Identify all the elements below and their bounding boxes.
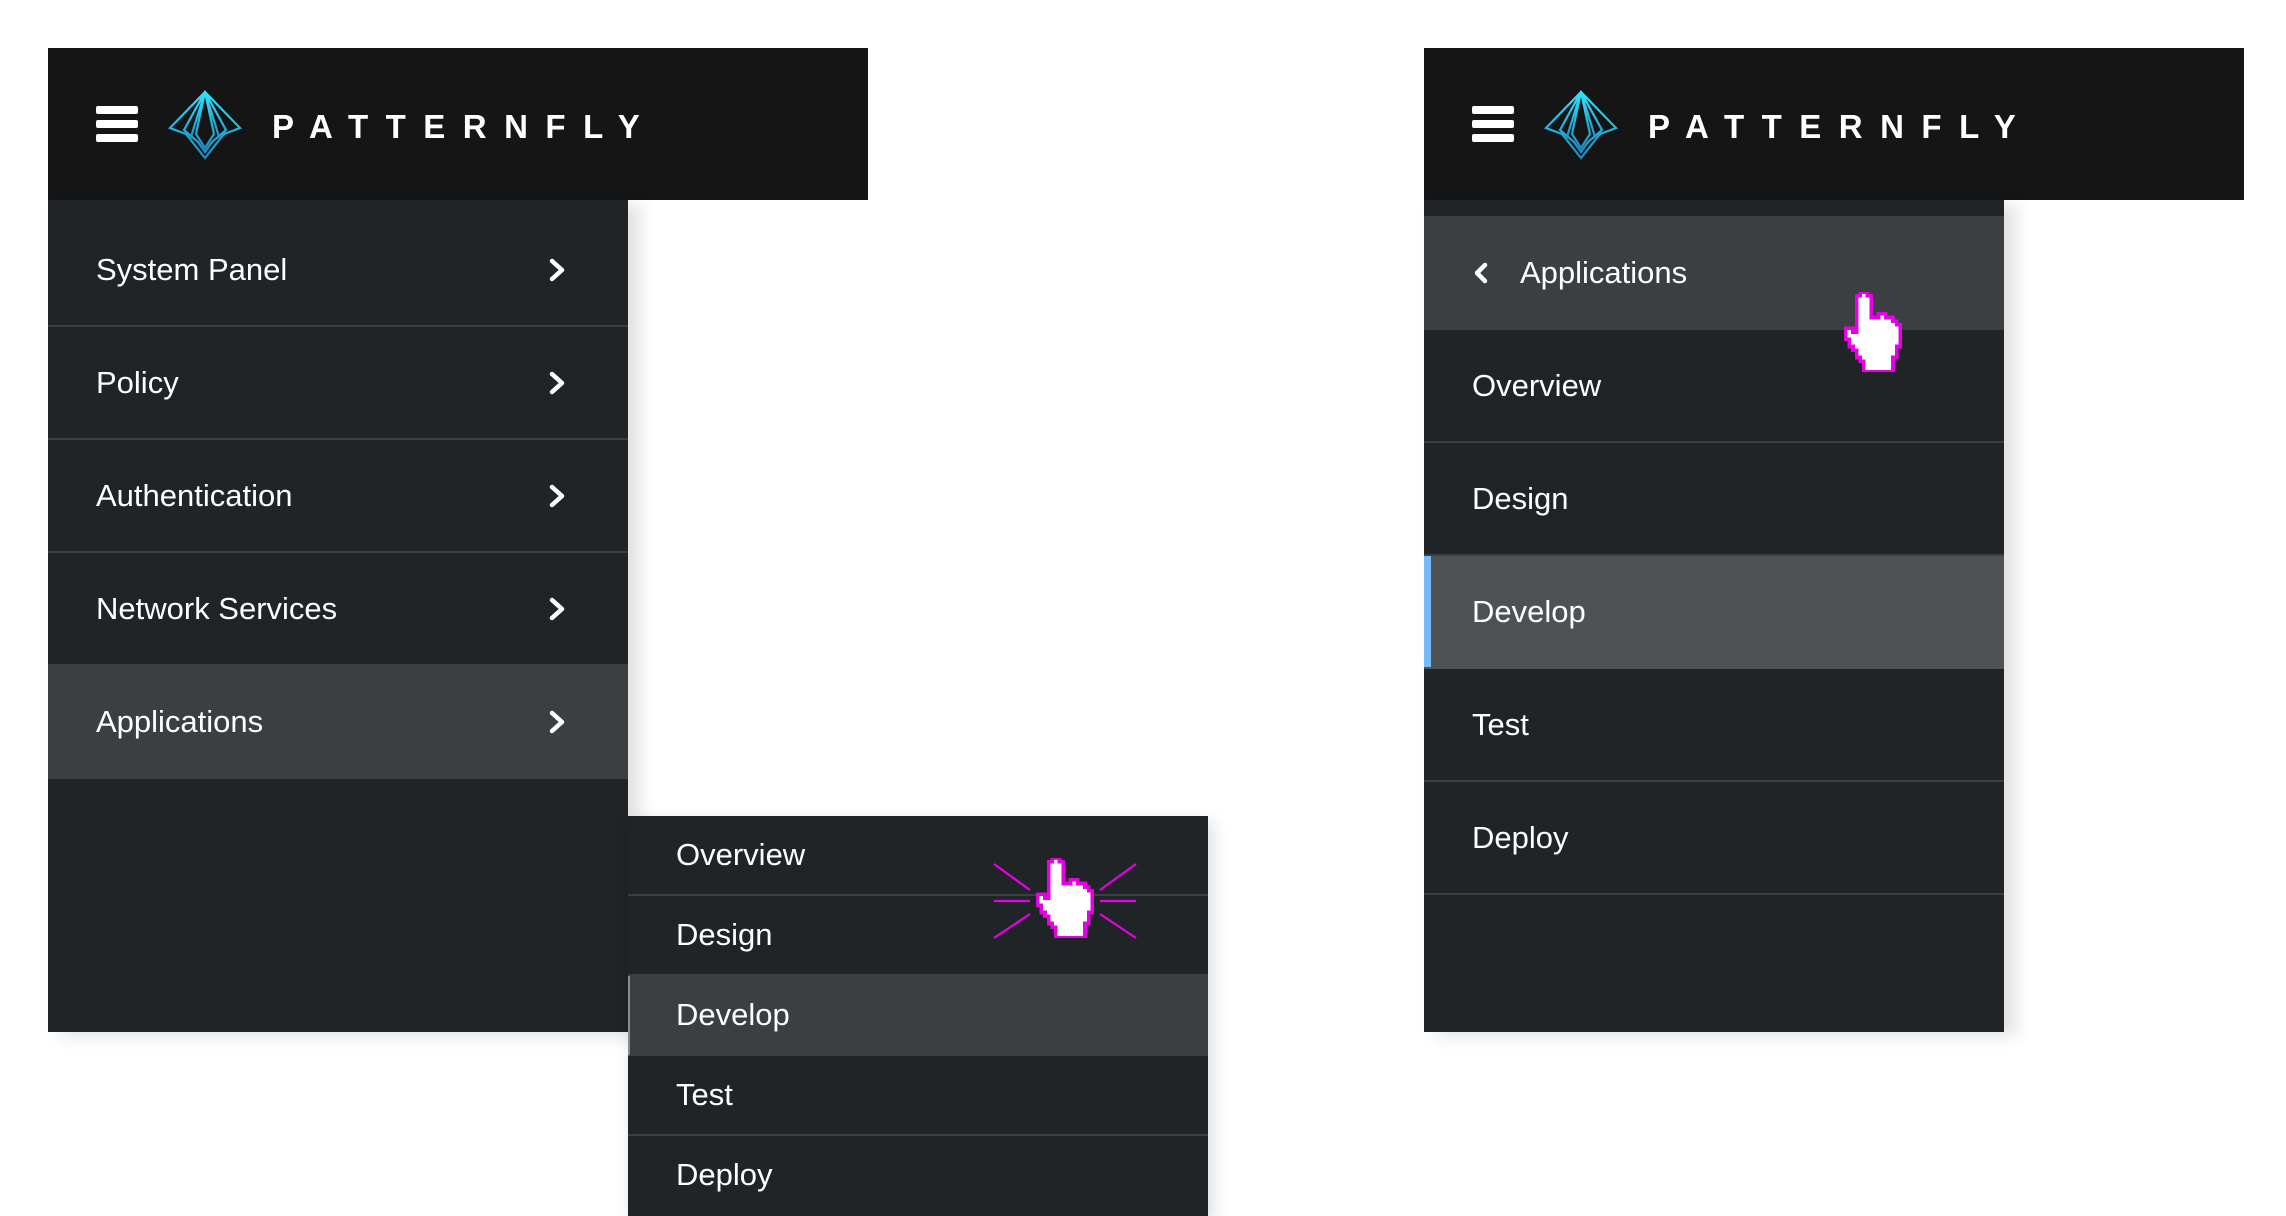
flyout-item-deploy[interactable]: Deploy <box>628 1136 1208 1216</box>
nav-item-network-services[interactable]: Network Services <box>48 553 628 666</box>
chevron-right-icon <box>546 710 568 734</box>
nav-item-label: Applications <box>96 704 264 739</box>
drilldown-item-design[interactable]: Design <box>1424 443 2004 556</box>
flyout-item-overview[interactable]: Overview <box>628 816 1208 896</box>
flyout-item-design[interactable]: Design <box>628 896 1208 976</box>
hamburger-icon[interactable] <box>96 106 138 142</box>
brand-name[interactable]: PATTERNFLY <box>1648 110 2033 143</box>
flyout-item-label: Test <box>676 1077 733 1112</box>
drilldown-list: Applications Overview Design Develop Tes… <box>1424 216 2004 895</box>
flyout-item-label: Develop <box>676 997 790 1032</box>
drilldown-item-label: Test <box>1472 707 1529 742</box>
nav-item-policy[interactable]: Policy <box>48 327 628 440</box>
nav-item-label: Network Services <box>96 591 338 626</box>
sidebar: System Panel Policy Authentication Netwo… <box>48 200 1208 1216</box>
back-item-label: Applications <box>1520 255 1688 290</box>
drilldown-item-label: Develop <box>1472 594 1586 629</box>
flyout-item-test[interactable]: Test <box>628 1056 1208 1136</box>
drilldown-item-develop[interactable]: Develop <box>1424 556 2004 669</box>
flyout-item-label: Deploy <box>676 1157 773 1192</box>
nav-item-label: System Panel <box>96 252 288 287</box>
chevron-right-icon <box>546 597 568 621</box>
drilldown-item-label: Overview <box>1472 368 1602 403</box>
hamburger-icon[interactable] <box>1472 106 1514 142</box>
masthead: PATTERNFLY <box>48 48 868 200</box>
flyout-menu: Overview Design Develop Test Deploy <box>628 816 1208 1216</box>
nav-list: System Panel Policy Authentication Netwo… <box>48 214 628 779</box>
drilldown-item-test[interactable]: Test <box>1424 669 2004 782</box>
flyout-item-develop[interactable]: Develop <box>628 976 1208 1056</box>
drilldown-item-deploy[interactable]: Deploy <box>1424 782 2004 895</box>
nav-item-label: Policy <box>96 365 179 400</box>
drilldown-item-overview[interactable]: Overview <box>1424 330 2004 443</box>
patternfly-logo-icon <box>168 90 242 160</box>
chevron-right-icon <box>546 484 568 508</box>
patternfly-logo-icon <box>1544 90 1618 160</box>
nav-item-applications[interactable]: Applications <box>48 666 628 779</box>
nav-item-system-panel[interactable]: System Panel <box>48 214 628 327</box>
sidebar: Applications Overview Design Develop Tes… <box>1424 200 2004 1032</box>
back-to-parent-button[interactable]: Applications <box>1424 216 2004 330</box>
brand-name[interactable]: PATTERNFLY <box>272 110 657 143</box>
drilldown-item-label: Deploy <box>1472 820 1569 855</box>
chevron-right-icon <box>546 371 568 395</box>
drilldown-item-label: Design <box>1472 481 1569 516</box>
chevron-left-icon <box>1472 262 1490 284</box>
masthead: PATTERNFLY <box>1424 48 2244 200</box>
chevron-right-icon <box>546 258 568 282</box>
flyout-item-label: Overview <box>676 837 806 872</box>
flyout-item-label: Design <box>676 917 773 952</box>
nav-item-label: Authentication <box>96 478 293 513</box>
nav-item-authentication[interactable]: Authentication <box>48 440 628 553</box>
